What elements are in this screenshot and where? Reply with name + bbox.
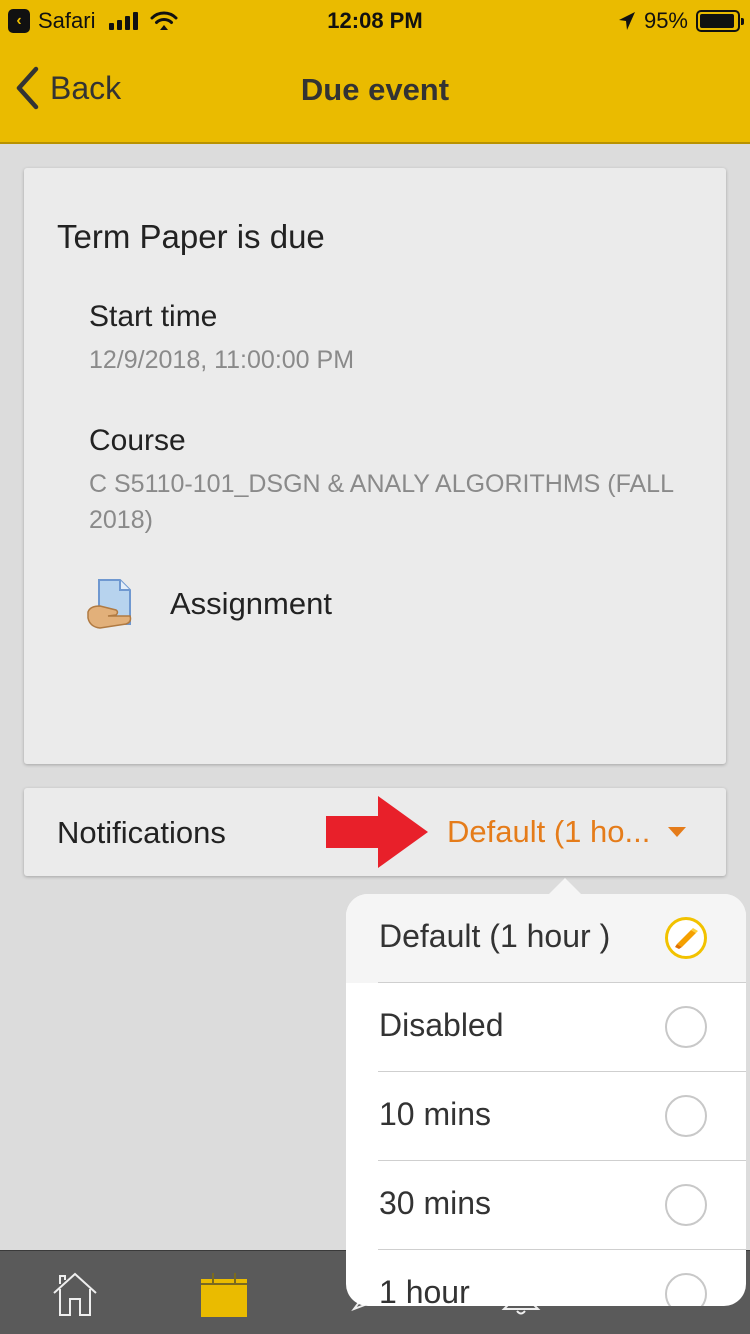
option-disabled[interactable]: Disabled xyxy=(346,983,746,1072)
start-time-label: Start time xyxy=(89,300,218,333)
tab-home[interactable] xyxy=(52,1271,98,1322)
battery-icon xyxy=(696,10,744,32)
popover-notch xyxy=(548,878,582,895)
option-1-hour[interactable]: 1 hour xyxy=(346,1250,746,1306)
course-value[interactable]: C S5110-101_DSGN & ANALY ALGORITHMS (FAL… xyxy=(89,466,689,538)
option-label: Default (1 hour ) xyxy=(379,918,611,954)
radio-unchecked-icon[interactable] xyxy=(665,1184,707,1226)
radio-unchecked-icon[interactable] xyxy=(665,1273,707,1306)
start-time-value: 12/9/2018, 11:00:00 PM xyxy=(89,346,355,374)
module-link[interactable]: Assignment xyxy=(86,578,332,630)
notifications-row: Notifications Default (1 ho... xyxy=(24,788,726,876)
status-bar: ‹ Safari 12:08 PM 95% xyxy=(0,0,750,40)
option-label: 10 mins xyxy=(379,1096,492,1132)
notifications-select[interactable]: Default (1 ho... xyxy=(447,814,687,850)
module-label: Assignment xyxy=(170,586,332,621)
notifications-label: Notifications xyxy=(57,815,226,850)
red-arrow-annotation-icon xyxy=(326,796,428,868)
option-30-mins[interactable]: 30 mins xyxy=(346,1161,746,1250)
tab-calendar[interactable] xyxy=(200,1271,248,1322)
notifications-selected-value: Default (1 ho... xyxy=(447,814,651,849)
calendar-icon xyxy=(201,1273,247,1317)
location-arrow-icon xyxy=(618,12,635,30)
battery-percent: 95% xyxy=(643,8,688,33)
option-10-mins[interactable]: 10 mins xyxy=(346,1072,746,1161)
option-label: 30 mins xyxy=(379,1185,492,1221)
event-title: Term Paper is due xyxy=(57,218,325,255)
course-label: Course xyxy=(89,424,186,457)
notifications-dropdown: Default (1 hour ) Disabled 10 mins 30 mi… xyxy=(346,894,746,1306)
option-label: Disabled xyxy=(379,1007,504,1043)
app-header: ‹ Safari 12:08 PM 95% Back Due event xyxy=(0,0,750,144)
home-icon xyxy=(53,1272,97,1316)
caret-down-icon xyxy=(668,827,687,837)
radio-checked-icon[interactable] xyxy=(665,917,707,959)
option-label: 1 hour xyxy=(379,1274,470,1306)
radio-unchecked-icon[interactable] xyxy=(665,1006,707,1048)
page-title: Due event xyxy=(300,72,450,107)
option-default[interactable]: Default (1 hour ) xyxy=(346,894,746,983)
event-card: Term Paper is due Start time 12/9/2018, … xyxy=(24,168,726,764)
radio-unchecked-icon[interactable] xyxy=(665,1095,707,1137)
assignment-icon xyxy=(87,579,132,629)
